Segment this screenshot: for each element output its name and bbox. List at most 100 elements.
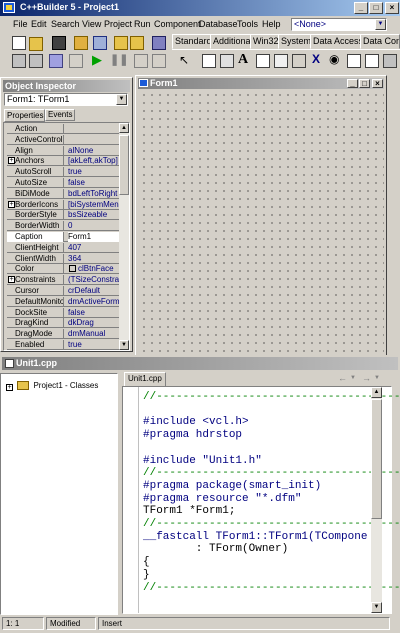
add-file-icon[interactable] <box>114 36 128 50</box>
property-row[interactable]: DragKind dkDrag <box>7 318 122 329</box>
forward-dropdown-icon[interactable]: ▼ <box>374 375 380 381</box>
configuration-combo[interactable]: <None> ▼ <box>291 18 387 31</box>
tree-node-project[interactable]: + Project1 - Classes <box>6 381 98 391</box>
property-value[interactable]: dkDrag <box>68 318 122 328</box>
property-value[interactable]: [akLeft,akTop] <box>68 156 122 166</box>
tab-unit1-cpp[interactable]: Unit1.cpp <box>124 372 166 386</box>
new-form-icon[interactable] <box>69 54 83 68</box>
button-icon[interactable] <box>292 54 306 68</box>
menu-project[interactable]: Project <box>104 19 132 29</box>
property-row[interactable]: DockSite false <box>7 307 122 318</box>
chevron-down-icon[interactable]: ▼ <box>375 19 386 30</box>
property-row[interactable]: BorderWidth 0 <box>7 221 122 232</box>
forward-icon[interactable]: → <box>362 373 371 383</box>
property-row[interactable]: AutoScroll true <box>7 167 122 178</box>
memo-icon[interactable] <box>274 54 288 68</box>
property-row[interactable]: Action <box>7 124 122 134</box>
property-value[interactable]: dmManual <box>68 329 122 339</box>
close-button[interactable]: × <box>385 2 399 14</box>
scrollbar-icon[interactable] <box>383 54 397 68</box>
scroll-up-icon[interactable]: ▲ <box>371 387 382 398</box>
property-value[interactable]: [biSystemMenu,b <box>68 200 122 210</box>
chevron-down-icon[interactable]: ▼ <box>116 94 127 105</box>
code-editor-title[interactable]: Unit1.cpp <box>2 357 398 370</box>
step-over-icon[interactable] <box>152 54 166 68</box>
form-minimize-button[interactable]: _ <box>347 79 358 88</box>
property-row[interactable]: DragMode dmManual <box>7 329 122 340</box>
property-value[interactable]: true <box>68 340 122 350</box>
palette-tab-data-controls[interactable]: Data Contro <box>360 34 400 49</box>
maximize-button[interactable]: □ <box>369 2 383 14</box>
tab-properties[interactable]: Properties <box>4 109 45 122</box>
menu-database[interactable]: Database <box>199 19 238 29</box>
open-project-icon[interactable] <box>93 36 107 50</box>
menu-search[interactable]: Search <box>51 19 80 29</box>
property-value[interactable]: dmActiveForm <box>68 297 122 307</box>
toggle-form-unit-icon[interactable] <box>49 54 63 68</box>
minimize-button[interactable]: _ <box>354 2 368 14</box>
scroll-thumb[interactable] <box>119 135 129 195</box>
code-line[interactable]: #pragma hdrstop <box>143 428 242 442</box>
form-close-button[interactable]: × <box>372 79 383 88</box>
property-value[interactable]: (TSizeConstraint <box>68 275 122 285</box>
property-value[interactable]: 364 <box>68 254 122 264</box>
property-row[interactable]: Enabled true <box>7 340 122 350</box>
view-unit-icon[interactable] <box>12 54 26 68</box>
property-value[interactable]: false <box>68 178 122 188</box>
scroll-down-icon[interactable]: ▼ <box>119 340 129 350</box>
property-scrollbar[interactable]: ▲ ▼ <box>119 123 129 350</box>
property-value[interactable]: alNone <box>68 146 122 156</box>
property-row[interactable]: DefaultMonitor dmActiveForm <box>7 296 122 307</box>
code-line[interactable]: : TForm(Owner) <box>143 542 288 556</box>
palette-tab-standard[interactable]: Standard <box>172 34 215 49</box>
mainmenu-icon[interactable] <box>202 54 216 68</box>
palette-tab-additional[interactable]: Additional <box>210 34 256 49</box>
property-value[interactable]: crDefault <box>68 286 122 296</box>
palette-tab-data-access[interactable]: Data Access <box>310 34 367 49</box>
menu-component[interactable]: Component <box>154 19 201 29</box>
pause-icon[interactable]: ❚❚ <box>110 53 128 66</box>
property-row[interactable]: Cursor crDefault <box>7 286 122 296</box>
property-row[interactable]: + Constraints (TSizeConstraint <box>7 275 122 286</box>
save-all-icon[interactable] <box>74 36 88 50</box>
property-row[interactable]: BorderStyle bsSizeable <box>7 210 122 221</box>
back-dropdown-icon[interactable]: ▼ <box>350 375 356 381</box>
combobox-icon[interactable] <box>365 54 379 68</box>
code-line[interactable]: //--------------------------------------… <box>143 390 400 404</box>
view-form-icon[interactable] <box>29 54 43 68</box>
menu-edit[interactable]: Edit <box>31 19 47 29</box>
run-icon[interactable]: ▶ <box>92 52 102 68</box>
menu-help[interactable]: Help <box>262 19 281 29</box>
checkbox-icon[interactable]: X <box>312 52 320 66</box>
remove-file-icon[interactable] <box>130 36 144 50</box>
property-row[interactable]: Caption Form1 <box>7 232 122 242</box>
new-icon[interactable] <box>12 36 26 50</box>
tab-events[interactable]: Events <box>45 109 75 121</box>
expand-icon[interactable]: + <box>6 384 13 391</box>
edit-icon[interactable] <box>256 54 270 68</box>
app-icon[interactable] <box>3 2 15 13</box>
popupmenu-icon[interactable] <box>220 54 234 68</box>
design-grid[interactable] <box>138 89 384 364</box>
property-row[interactable]: + Anchors [akLeft,akTop] <box>7 156 122 167</box>
property-row[interactable]: ClientWidth 364 <box>7 253 122 264</box>
property-row[interactable]: Align alNone <box>7 145 122 156</box>
palette-tab-win32[interactable]: Win32 <box>250 34 282 49</box>
property-value[interactable] <box>68 124 122 134</box>
menu-run[interactable]: Run <box>134 19 151 29</box>
save-icon[interactable] <box>52 36 66 50</box>
property-row[interactable]: AutoSize false <box>7 178 122 188</box>
back-icon[interactable]: ← <box>338 373 347 383</box>
property-value[interactable]: bdLeftToRight <box>68 189 122 199</box>
property-value[interactable]: 407 <box>68 243 122 253</box>
pointer-icon[interactable]: ↖ <box>179 53 189 67</box>
property-value[interactable]: Form1 <box>68 232 122 242</box>
listbox-icon[interactable] <box>347 54 361 68</box>
trace-into-icon[interactable] <box>134 54 148 68</box>
code-editor[interactable]: //--------------------------------------… <box>122 386 400 614</box>
property-value[interactable]: bsSizeable <box>68 210 122 220</box>
scroll-down-icon[interactable]: ▼ <box>371 602 382 613</box>
property-value[interactable]: false <box>68 308 122 318</box>
help-book-icon[interactable] <box>152 36 166 50</box>
property-value[interactable]: true <box>68 167 122 177</box>
